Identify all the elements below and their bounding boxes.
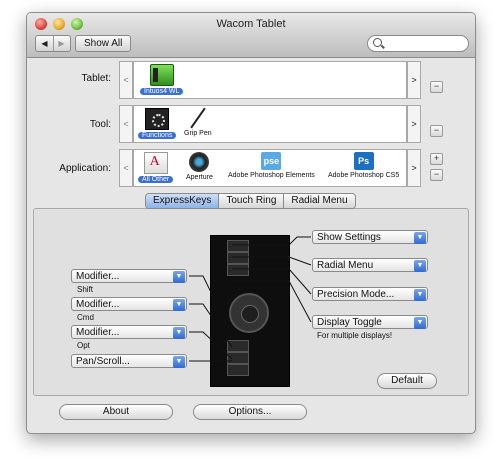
application-item-photoshop-cs5[interactable]: Ps Adobe Photoshop CS5 bbox=[328, 152, 399, 179]
tool-scroll-right[interactable]: > bbox=[407, 105, 421, 143]
tab-touch-ring[interactable]: Touch Ring bbox=[219, 194, 285, 208]
touch-ring-center bbox=[241, 305, 259, 323]
tablet-strip: Intuos4 WL bbox=[133, 61, 407, 99]
tab-expresskeys[interactable]: ExpressKeys bbox=[146, 194, 220, 208]
remove-application-button[interactable]: − bbox=[430, 169, 443, 181]
left-key-1-popup[interactable]: Modifier... ▼ bbox=[71, 269, 187, 283]
left-key-4-popup[interactable]: Pan/Scroll... ▼ bbox=[71, 354, 187, 368]
application-item-caption: Adobe Photoshop CS5 bbox=[328, 172, 400, 179]
chevron-down-icon: ▼ bbox=[414, 289, 426, 301]
tool-item-caption: Functions bbox=[138, 132, 177, 139]
window-title: Wacom Tablet bbox=[216, 18, 286, 30]
tablet-scroll-right[interactable]: > bbox=[407, 61, 421, 99]
tool-item-caption: Grip Pen bbox=[184, 130, 212, 137]
tool-strip: Functions Grip Pen bbox=[133, 105, 407, 143]
chevron-down-icon: ▼ bbox=[173, 356, 185, 368]
add-application-button[interactable]: + bbox=[430, 153, 443, 165]
express-key bbox=[227, 240, 249, 252]
chevron-down-icon: ▼ bbox=[173, 271, 185, 283]
right-key-4-note: For multiple displays! bbox=[317, 331, 393, 340]
right-key-4-popup[interactable]: Display Toggle ▼ bbox=[312, 315, 428, 329]
left-key-2-note: Cmd bbox=[77, 313, 94, 322]
options-button[interactable]: Options... bbox=[193, 404, 307, 420]
popup-value: Show Settings bbox=[317, 232, 381, 243]
express-key bbox=[227, 352, 249, 364]
right-key-1-popup[interactable]: Show Settings ▼ bbox=[312, 230, 428, 244]
chevron-down-icon: ▼ bbox=[173, 299, 185, 311]
tablet-scroll-left[interactable]: < bbox=[119, 61, 133, 99]
express-key bbox=[227, 364, 249, 376]
application-scroll-left[interactable]: < bbox=[119, 149, 133, 187]
pen-icon bbox=[187, 108, 209, 128]
tablet-label: Tablet: bbox=[81, 73, 111, 84]
express-key bbox=[227, 252, 249, 264]
search-icon bbox=[373, 38, 382, 47]
application-item-caption: All Other bbox=[138, 176, 174, 183]
search-field[interactable] bbox=[367, 35, 469, 52]
nav-buttons: ◀ ▶ bbox=[35, 35, 71, 52]
back-button[interactable]: ◀ bbox=[36, 36, 54, 51]
remove-tablet-button[interactable]: − bbox=[430, 81, 443, 93]
all-other-icon bbox=[143, 152, 168, 174]
default-button[interactable]: Default bbox=[377, 373, 437, 389]
left-key-2-popup[interactable]: Modifier... ▼ bbox=[71, 297, 187, 311]
popup-value: Modifier... bbox=[76, 271, 120, 282]
application-item-all-other[interactable]: All Other bbox=[138, 152, 174, 183]
forward-button[interactable]: ▶ bbox=[53, 36, 70, 51]
popup-value: Display Toggle bbox=[317, 317, 382, 328]
title-bar: Wacom Tablet ◀ ▶ Show All bbox=[27, 13, 475, 58]
left-key-1-note: Shift bbox=[77, 285, 94, 294]
application-item-caption: Adobe Photoshop Elements bbox=[228, 172, 315, 179]
popup-value: Precision Mode... bbox=[317, 289, 395, 300]
pse-icon: pse bbox=[261, 152, 282, 170]
tablet-item-intuos4[interactable]: Intuos4 WL bbox=[140, 64, 184, 95]
application-strip: All Other Aperture pse Adobe Photoshop E… bbox=[133, 149, 407, 187]
wacom-tablet-window: Wacom Tablet ◀ ▶ Show All Tablet: < Intu… bbox=[26, 12, 476, 434]
application-item-caption: Aperture bbox=[186, 174, 213, 181]
express-key bbox=[227, 340, 249, 352]
remove-tool-button[interactable]: − bbox=[430, 125, 443, 137]
chevron-down-icon: ▼ bbox=[173, 327, 185, 339]
right-key-3-popup[interactable]: Precision Mode... ▼ bbox=[312, 287, 428, 301]
application-item-aperture[interactable]: Aperture bbox=[186, 152, 213, 181]
application-scroll-right[interactable]: > bbox=[407, 149, 421, 187]
tab-radial-menu[interactable]: Radial Menu bbox=[284, 194, 355, 208]
touch-ring-icon bbox=[229, 293, 269, 333]
right-key-2-popup[interactable]: Radial Menu ▼ bbox=[312, 258, 428, 272]
left-key-3-note: Opt bbox=[77, 341, 90, 350]
about-button[interactable]: About bbox=[59, 404, 173, 420]
express-key bbox=[227, 264, 249, 276]
tablet-icon bbox=[149, 64, 174, 86]
chevron-down-icon: ▼ bbox=[414, 260, 426, 272]
application-label: Application: bbox=[59, 163, 111, 174]
popup-value: Pan/Scroll... bbox=[76, 356, 130, 367]
chevron-down-icon: ▼ bbox=[414, 232, 426, 244]
tool-item-functions[interactable]: Functions bbox=[138, 108, 177, 139]
tablet-item-caption: Intuos4 WL bbox=[140, 88, 184, 95]
tablet-express-keys-image bbox=[210, 235, 290, 387]
aperture-icon bbox=[189, 152, 210, 172]
popup-value: Modifier... bbox=[76, 327, 120, 338]
show-all-button[interactable]: Show All bbox=[75, 35, 132, 52]
left-key-3-popup[interactable]: Modifier... ▼ bbox=[71, 325, 187, 339]
settings-tabs: ExpressKeys Touch Ring Radial Menu bbox=[145, 193, 356, 209]
popup-value: Radial Menu bbox=[317, 260, 374, 271]
popup-value: Modifier... bbox=[76, 299, 120, 310]
tool-label: Tool: bbox=[89, 119, 111, 130]
tool-scroll-left[interactable]: < bbox=[119, 105, 133, 143]
tool-item-grip-pen[interactable]: Grip Pen bbox=[184, 108, 212, 137]
functions-icon bbox=[145, 108, 170, 130]
application-item-photoshop-elements[interactable]: pse Adobe Photoshop Elements bbox=[228, 152, 315, 179]
chevron-down-icon: ▼ bbox=[414, 317, 426, 329]
ps-icon: Ps bbox=[353, 152, 374, 170]
